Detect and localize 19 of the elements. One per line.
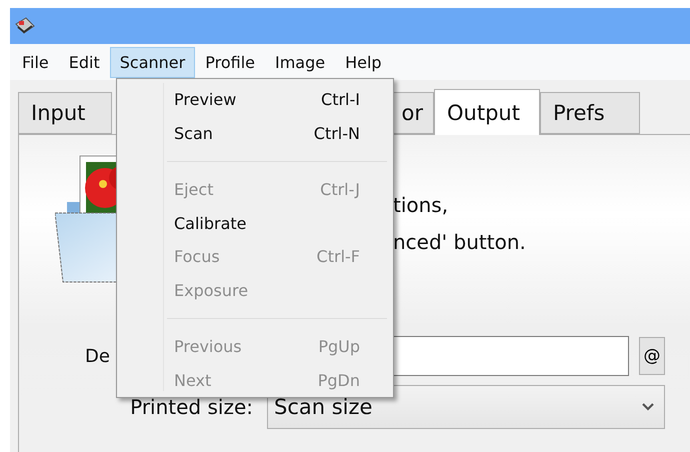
printed-size-label: Printed size: bbox=[129, 395, 254, 419]
info-text: nced' button. bbox=[393, 229, 527, 256]
menu-entry[interactable]: Scan Ctrl-N bbox=[119, 116, 391, 150]
tab[interactable]: Input bbox=[18, 92, 112, 134]
chevron-down-icon bbox=[642, 403, 654, 411]
menu-item[interactable]: Scanner bbox=[110, 46, 196, 78]
menu-entry[interactable]: Calibrate bbox=[119, 206, 391, 240]
menu-item[interactable]: Edit bbox=[58, 46, 110, 78]
scanner-icon bbox=[14, 16, 36, 36]
menu-entry[interactable]: Preview Ctrl-I bbox=[119, 83, 391, 117]
menu-item[interactable]: Profile bbox=[195, 46, 265, 78]
menu-item[interactable]: Help bbox=[335, 46, 392, 78]
field-label: De bbox=[85, 346, 110, 366]
menu-item[interactable]: Image bbox=[264, 46, 336, 78]
menu-item[interactable]: File bbox=[12, 46, 59, 78]
at-button[interactable]: @ bbox=[639, 337, 665, 375]
tab[interactable]: Output bbox=[434, 89, 540, 135]
tab[interactable]: Prefs bbox=[540, 92, 640, 134]
info-text: tions, bbox=[393, 192, 450, 219]
